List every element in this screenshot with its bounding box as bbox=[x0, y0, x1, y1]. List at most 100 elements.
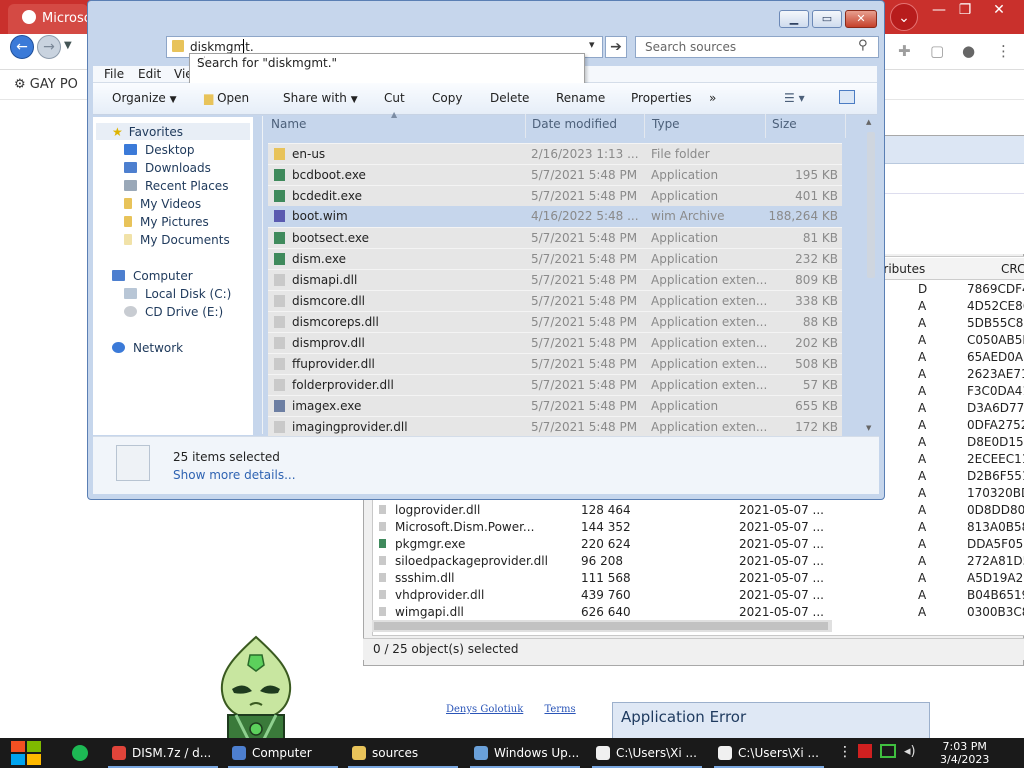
column-date[interactable]: Date modified bbox=[532, 117, 617, 131]
application-error-dialog[interactable]: Application Error bbox=[612, 702, 930, 742]
archive-row[interactable]: vhdprovider.dll 439 760 2021-05-07 ... A B04… bbox=[363, 588, 1024, 605]
scrollbar-thumb[interactable] bbox=[374, 622, 828, 630]
address-dropdown-icon[interactable]: ▾ bbox=[589, 38, 595, 51]
nav-recent[interactable]: Recent Places bbox=[124, 179, 228, 193]
scroll-up-icon[interactable]: ▲ bbox=[866, 118, 871, 126]
nav-documents[interactable]: My Documents bbox=[124, 233, 230, 247]
column-separator[interactable] bbox=[845, 114, 846, 138]
column-separator[interactable] bbox=[765, 114, 766, 138]
nav-downloads[interactable]: Downloads bbox=[124, 161, 211, 175]
file-row[interactable]: boot.wim 4/16/2022 5:48 ... wim Archive 188… bbox=[268, 206, 842, 227]
archive-row[interactable]: logprovider.dll 128 464 2021-05-07 ... A 0D8… bbox=[363, 503, 1024, 520]
archive-row[interactable]: pkgmgr.exe 220 624 2021-05-07 ... A DDA5F051 bbox=[363, 537, 1024, 554]
extensions-icon[interactable]: ✚ bbox=[898, 42, 911, 60]
file-name: ffuprovider.dll bbox=[292, 357, 375, 371]
taskbar-item[interactable]: Computer bbox=[228, 738, 338, 768]
overflow-icon[interactable]: ⋮ bbox=[838, 744, 852, 760]
archive-hscrollbar[interactable] bbox=[372, 620, 832, 632]
menu-file[interactable]: File bbox=[104, 67, 124, 81]
nav-computer[interactable]: Computer bbox=[112, 269, 193, 283]
start-button[interactable] bbox=[10, 740, 42, 766]
taskbar-item[interactable]: Windows Up... bbox=[470, 738, 580, 768]
maximize-icon[interactable]: ▭ bbox=[812, 10, 842, 28]
file-row[interactable]: imagingprovider.dll 5/7/2021 5:48 PM Appli… bbox=[268, 416, 842, 437]
resize-grip-icon[interactable]: ⋰ bbox=[197, 56, 581, 84]
archive-row[interactable]: ssshim.dll 111 568 2021-05-07 ... A A5D19A27 bbox=[363, 571, 1024, 588]
file-row[interactable]: imagex.exe 5/7/2021 5:48 PM Application 655… bbox=[268, 395, 842, 416]
file-row[interactable]: dismcoreps.dll 5/7/2021 5:48 PM Applicatio… bbox=[268, 311, 842, 332]
copy-button[interactable]: Copy bbox=[432, 91, 462, 105]
file-row[interactable]: dismprov.dll 5/7/2021 5:48 PM Application … bbox=[268, 332, 842, 353]
file-row[interactable]: dismcore.dll 5/7/2021 5:48 PM Application … bbox=[268, 290, 842, 311]
organize-button[interactable]: Organize ▼ bbox=[112, 91, 177, 105]
nav-desktop[interactable]: Desktop bbox=[124, 143, 195, 157]
view-options-icon[interactable]: ☰ ▾ bbox=[784, 91, 805, 105]
chrome-tab[interactable]: Microso bbox=[8, 4, 88, 34]
search-icon[interactable]: ⚲ bbox=[858, 38, 868, 53]
more-commands-button[interactable]: » bbox=[709, 91, 716, 105]
scrollbar-thumb[interactable] bbox=[867, 132, 875, 278]
pane-divider[interactable] bbox=[262, 116, 263, 434]
file-row[interactable]: dismapi.dll 5/7/2021 5:48 PM Application e… bbox=[268, 269, 842, 290]
archive-row[interactable]: Microsoft.Dism.Power... 144 352 2021-05-07… bbox=[363, 520, 1024, 537]
close-icon[interactable]: ✕ bbox=[982, 2, 1016, 18]
column-separator[interactable] bbox=[525, 114, 526, 138]
delete-button[interactable]: Delete bbox=[490, 91, 529, 105]
back-arrow-icon[interactable]: ← bbox=[10, 35, 34, 59]
column-separator[interactable] bbox=[644, 114, 645, 138]
file-row[interactable]: bcdedit.exe 5/7/2021 5:48 PM Application 40… bbox=[268, 185, 842, 206]
open-button[interactable]: ▆ Open bbox=[204, 91, 249, 105]
search-input[interactable]: Search sources bbox=[645, 40, 736, 54]
nav-videos[interactable]: My Videos bbox=[124, 197, 201, 211]
file-row[interactable]: bcdboot.exe 5/7/2021 5:48 PM Application 19… bbox=[268, 164, 842, 185]
taskbar-item[interactable]: C:\Users\Xi ... bbox=[714, 738, 824, 768]
profile-icon[interactable]: ● bbox=[962, 42, 975, 60]
close-icon[interactable]: ✕ bbox=[845, 10, 877, 28]
column-name[interactable]: Name bbox=[271, 117, 306, 131]
forward-arrow-icon[interactable]: → bbox=[37, 35, 61, 59]
share-button[interactable]: Share with ▼ bbox=[283, 91, 358, 105]
minimize-icon[interactable]: ▁ bbox=[779, 10, 809, 28]
address-input[interactable]: diskmgmt. bbox=[190, 40, 254, 54]
restore-icon[interactable]: ❐ bbox=[948, 2, 982, 18]
column-type[interactable]: Type bbox=[652, 117, 680, 131]
file-list-scrollbar[interactable]: ▲ ▼ bbox=[866, 118, 876, 434]
properties-button[interactable]: Properties bbox=[631, 91, 692, 105]
file-row[interactable]: ffuprovider.dll 5/7/2021 5:48 PM Applicati… bbox=[268, 353, 842, 374]
menu-edit[interactable]: Edit bbox=[138, 67, 161, 81]
scroll-down-icon[interactable]: ▼ bbox=[866, 424, 871, 432]
nav-cd-drive[interactable]: CD Drive (E:) bbox=[124, 305, 223, 319]
file-row[interactable]: folderprovider.dll 5/7/2021 5:48 PM Applic… bbox=[268, 374, 842, 395]
taskbar-item[interactable]: DISM.7z / d... bbox=[108, 738, 218, 768]
go-arrow-icon[interactable]: ➔ bbox=[605, 36, 627, 58]
author-link[interactable]: Denys Golotiuk bbox=[446, 704, 523, 715]
rename-button[interactable]: Rename bbox=[556, 91, 605, 105]
bookmark-item[interactable]: ⚙ GAY PO bbox=[14, 77, 78, 92]
network-status-icon[interactable] bbox=[880, 744, 896, 758]
nav-pictures[interactable]: My Pictures bbox=[124, 215, 209, 229]
taskbar-item[interactable]: sources bbox=[348, 738, 458, 768]
chrome-menu-icon[interactable]: ⌄ bbox=[890, 3, 918, 31]
kebab-menu-icon[interactable]: ⋮ bbox=[996, 42, 1011, 60]
address-suggestion[interactable]: Search for "diskmgmt." ⋰ bbox=[189, 53, 585, 87]
column-size[interactable]: Size bbox=[772, 117, 797, 131]
volume-icon[interactable]: ◂) bbox=[904, 744, 916, 759]
nav-network[interactable]: Network bbox=[112, 341, 183, 355]
clock[interactable]: 7:03 PM 3/4/2023 bbox=[940, 740, 989, 766]
show-more-details-link[interactable]: Show more details... bbox=[173, 468, 296, 482]
spotify-icon[interactable] bbox=[72, 745, 88, 761]
recent-pages-icon[interactable]: ▼ bbox=[64, 40, 72, 51]
crc-header[interactable]: CRC bbox=[1001, 262, 1024, 276]
nav-favorites[interactable]: ★ Favorites bbox=[100, 125, 183, 139]
nav-local-disk[interactable]: Local Disk (C:) bbox=[124, 287, 231, 301]
flag-icon[interactable] bbox=[858, 744, 872, 758]
preview-pane-icon[interactable] bbox=[839, 90, 855, 104]
terms-link[interactable]: Terms bbox=[544, 704, 575, 715]
sidepanel-icon[interactable]: ▢ bbox=[930, 42, 944, 60]
archive-row[interactable]: siloedpackageprovider.dll 96 208 2021-05-0… bbox=[363, 554, 1024, 571]
file-row[interactable]: en-us 2/16/2023 1:13 ... File folder bbox=[268, 143, 842, 164]
file-row[interactable]: dism.exe 5/7/2021 5:48 PM Application 232 K… bbox=[268, 248, 842, 269]
cut-button[interactable]: Cut bbox=[384, 91, 405, 105]
taskbar-item[interactable]: C:\Users\Xi ... bbox=[592, 738, 702, 768]
file-row[interactable]: bootsect.exe 5/7/2021 5:48 PM Application 8… bbox=[268, 227, 842, 248]
